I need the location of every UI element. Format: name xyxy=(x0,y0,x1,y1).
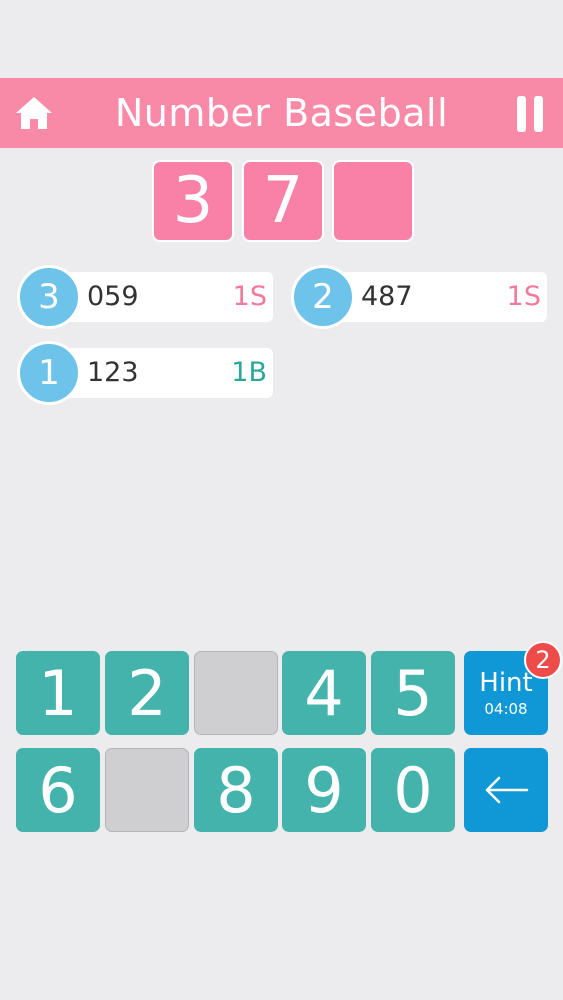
key-4[interactable]: 4 xyxy=(282,651,366,735)
key-5[interactable]: 5 xyxy=(371,651,455,735)
key-7-disabled xyxy=(105,748,189,832)
answer-slot-1: 3 xyxy=(154,162,232,240)
guess-index-badge: 3 xyxy=(17,265,81,329)
hint-label: Hint xyxy=(479,668,533,698)
arrow-left-icon xyxy=(485,776,529,804)
hint-timer: 04:08 xyxy=(484,700,528,718)
guess-card-1: 1 123 1B xyxy=(17,341,273,405)
page-title: Number Baseball xyxy=(114,91,449,135)
guess-card-3: 3 059 1S xyxy=(17,265,273,329)
key-0[interactable]: 0 xyxy=(371,748,455,832)
key-2[interactable]: 2 xyxy=(105,651,189,735)
guess-result: 1S xyxy=(506,281,541,312)
guess-number: 059 xyxy=(87,281,139,312)
guess-index-badge: 1 xyxy=(17,341,81,405)
pause-button[interactable] xyxy=(515,94,545,134)
key-9[interactable]: 9 xyxy=(282,748,366,832)
guess-result: 1B xyxy=(231,357,267,388)
home-button[interactable] xyxy=(14,93,54,133)
key-3-disabled xyxy=(194,651,278,735)
guess-card-2: 2 487 1S xyxy=(291,265,547,329)
guess-number: 487 xyxy=(361,281,413,312)
pause-icon xyxy=(517,96,543,132)
home-icon xyxy=(16,97,52,129)
answer-slot-3 xyxy=(334,162,412,240)
answer-slot-2: 7 xyxy=(244,162,322,240)
guess-number: 123 xyxy=(87,357,139,388)
hint-button[interactable]: Hint 04:08 2 xyxy=(464,641,562,735)
guess-index-badge: 2 xyxy=(291,265,355,329)
header-bar: Number Baseball xyxy=(0,78,563,148)
answer-slots: 3 7 xyxy=(154,162,412,240)
key-1[interactable]: 1 xyxy=(16,651,100,735)
key-6[interactable]: 6 xyxy=(16,748,100,832)
guess-result: 1S xyxy=(232,281,267,312)
hint-count-badge: 2 xyxy=(524,641,562,679)
backspace-button[interactable] xyxy=(464,748,548,832)
key-8[interactable]: 8 xyxy=(194,748,278,832)
